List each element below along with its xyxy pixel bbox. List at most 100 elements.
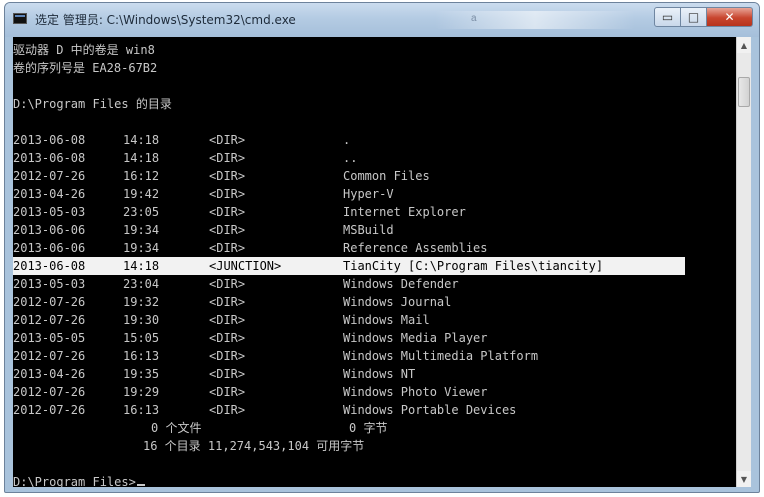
entry-type: <DIR>: [209, 223, 246, 237]
scroll-thumb[interactable]: [738, 77, 750, 107]
entry-name: Windows Journal: [343, 295, 452, 309]
entry-time: 14:18: [123, 151, 160, 165]
dir-entry[interactable]: 2013-04-26 19:42 <DIR> Hyper-V: [13, 185, 685, 203]
prompt-text: D:\Program Files>: [13, 475, 136, 487]
entry-type: <DIR>: [209, 241, 246, 255]
entry-date: 2013-05-03: [13, 277, 86, 291]
dirs-free-bytes-text: 16 个目录 11,274,543,104 可用字节: [143, 439, 365, 453]
caption-buttons: ▭ □ ✕: [654, 7, 753, 29]
volume-serial-line: 卷的序列号是 EA28-67B2: [13, 61, 158, 75]
entry-time: 23:05: [123, 205, 160, 219]
entry-date: 2013-06-08: [13, 151, 86, 165]
console-client-area[interactable]: 驱动器 D 中的卷是 win8 卷的序列号是 EA28-67B2 D:\Prog…: [13, 37, 751, 487]
entry-time: 16:13: [123, 349, 160, 363]
entry-date: 2012-07-26: [13, 403, 86, 417]
entry-name: Hyper-V: [343, 187, 394, 201]
close-button[interactable]: ✕: [707, 7, 753, 27]
entry-time: 23:04: [123, 277, 160, 291]
dir-entry[interactable]: 2013-06-06 19:34 <DIR> Reference Assemblies: [13, 239, 685, 257]
entry-type: <DIR>: [209, 133, 246, 147]
entry-name: Windows Photo Viewer: [343, 385, 488, 399]
entry-type: <DIR>: [209, 331, 246, 345]
entry-time: 16:12: [123, 169, 160, 183]
entry-date: 2012-07-26: [13, 313, 86, 327]
scroll-down-arrow-icon[interactable]: ▼: [737, 471, 751, 487]
entry-date: 2013-04-26: [13, 187, 86, 201]
entry-name: ..: [343, 151, 358, 165]
entry-type: <DIR>: [209, 349, 246, 363]
entry-name: Reference Assemblies: [343, 241, 488, 255]
entry-name: MSBuild: [343, 223, 394, 237]
dir-entry[interactable]: 2012-07-26 19:32 <DIR> Windows Journal: [13, 293, 685, 311]
vertical-scrollbar[interactable]: ▲ ▼: [736, 37, 751, 487]
window-title: 选定 管理员: C:\Windows\System32\cmd.exe: [35, 13, 296, 27]
cmd-app-icon[interactable]: [13, 13, 27, 24]
entry-date: 2013-06-08: [13, 133, 86, 147]
dir-entry[interactable]: 2013-06-06 19:34 <DIR> MSBuild: [13, 221, 685, 239]
files-bytes-text: 0 字节: [349, 421, 388, 435]
entry-type: <DIR>: [209, 295, 246, 309]
entry-time: 15:05: [123, 331, 160, 345]
dir-entry[interactable]: 2012-07-26 19:30 <DIR> Windows Mail: [13, 311, 685, 329]
entry-date: 2012-07-26: [13, 295, 86, 309]
dir-entry[interactable]: 2012-07-26 16:13 <DIR> Windows Portable Dev…: [13, 401, 685, 419]
entry-type: <DIR>: [209, 277, 246, 291]
entry-date: 2013-06-08: [13, 259, 86, 273]
directory-of-line: D:\Program Files 的目录: [13, 97, 172, 111]
entry-name: TianCity [C:\Program Files\tiancity]: [343, 259, 604, 273]
entry-name: Windows Media Player: [343, 331, 488, 345]
entry-time: 19:42: [123, 187, 160, 201]
dir-entry[interactable]: 2012-07-26 16:13 <DIR> Windows Multimedia P…: [13, 347, 685, 365]
background-window-tab: a: [435, 11, 635, 29]
entry-date: 2012-07-26: [13, 385, 86, 399]
dir-entry[interactable]: 2013-05-05 15:05 <DIR> Windows Media Player: [13, 329, 685, 347]
command-prompt[interactable]: D:\Program Files>: [13, 473, 145, 487]
entry-time: 19:34: [123, 223, 160, 237]
scroll-up-arrow-icon[interactable]: ▲: [737, 37, 751, 53]
files-count-text: 0 个文件: [151, 421, 202, 435]
entry-time: 19:30: [123, 313, 160, 327]
dir-entry[interactable]: 2012-07-26 16:12 <DIR> Common Files: [13, 167, 685, 185]
entry-date: 2012-07-26: [13, 169, 86, 183]
entry-type: <DIR>: [209, 151, 246, 165]
entry-type: <DIR>: [209, 313, 246, 327]
entry-time: 19:34: [123, 241, 160, 255]
entry-date: 2013-06-06: [13, 241, 86, 255]
maximize-button[interactable]: □: [681, 7, 707, 27]
entry-name: .: [343, 133, 351, 147]
entry-name: Internet Explorer: [343, 205, 466, 219]
entry-date: 2012-07-26: [13, 349, 86, 363]
entry-type: <DIR>: [209, 403, 246, 417]
entry-name: Windows Mail: [343, 313, 430, 327]
entry-type: <DIR>: [209, 187, 246, 201]
entry-time: 19:35: [123, 367, 160, 381]
entry-type: <JUNCTION>: [209, 259, 282, 273]
cmd-window: 选定 管理员: C:\Windows\System32\cmd.exe a ▭ …: [4, 2, 760, 493]
entry-name: Windows Defender: [343, 277, 459, 291]
entry-time: 19:29: [123, 385, 160, 399]
entry-name: Common Files: [343, 169, 430, 183]
console-output[interactable]: 驱动器 D 中的卷是 win8 卷的序列号是 EA28-67B2 D:\Prog…: [13, 37, 737, 487]
entry-time: 16:13: [123, 403, 160, 417]
dir-entry[interactable]: 2013-04-26 19:35 <DIR> Windows NT: [13, 365, 685, 383]
entry-time: 14:18: [123, 259, 160, 273]
entry-date: 2013-04-26: [13, 367, 86, 381]
dir-entry[interactable]: 2013-05-03 23:05 <DIR> Internet Explorer: [13, 203, 685, 221]
dir-entry[interactable]: 2013-05-03 23:04 <DIR> Windows Defender: [13, 275, 685, 293]
volume-label-line: 驱动器 D 中的卷是 win8: [13, 43, 155, 57]
dir-entry[interactable]: 2013-06-08 14:18 <DIR>.: [13, 131, 685, 149]
entry-type: <DIR>: [209, 385, 246, 399]
entry-time: 14:18: [123, 133, 160, 147]
entry-date: 2013-06-06: [13, 223, 86, 237]
dir-entry-selected[interactable]: 2013-06-08 14:18 <JUNCTION> TianCity [C:\Pr…: [13, 257, 685, 275]
entry-time: 19:32: [123, 295, 160, 309]
entry-date: 2013-05-05: [13, 331, 86, 345]
title-bar[interactable]: 选定 管理员: C:\Windows\System32\cmd.exe a ▭ …: [5, 3, 759, 37]
minimize-button[interactable]: ▭: [654, 7, 681, 27]
dir-entry[interactable]: 2013-06-08 14:18 <DIR>..: [13, 149, 685, 167]
text-cursor: [136, 484, 145, 486]
dir-entry[interactable]: 2012-07-26 19:29 <DIR> Windows Photo Viewer: [13, 383, 685, 401]
entry-type: <DIR>: [209, 205, 246, 219]
entry-name: Windows Portable Devices: [343, 403, 517, 417]
entry-type: <DIR>: [209, 169, 246, 183]
